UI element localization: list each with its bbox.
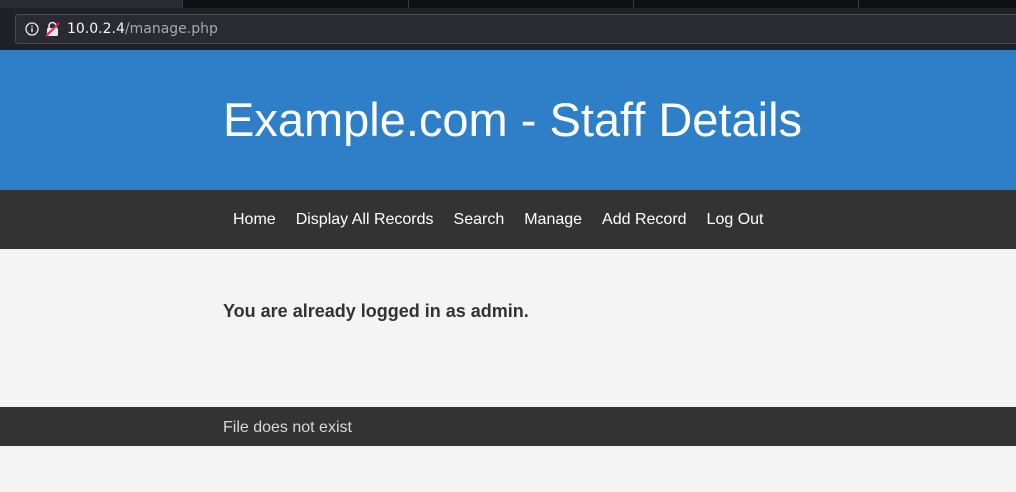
nav-list: Home Display All Records Search Manage A…: [223, 210, 773, 229]
insecure-lock-icon[interactable]: [45, 21, 60, 37]
browser-tab[interactable]: [409, 0, 634, 8]
nav-item-add-record: Add Record: [592, 210, 697, 229]
nav-link-display-all-records[interactable]: Display All Records: [286, 210, 444, 229]
nav-item-display-all-records: Display All Records: [286, 210, 444, 229]
browser-tab-active[interactable]: [0, 0, 183, 8]
url-text[interactable]: 10.0.2.4/manage.php: [67, 21, 218, 37]
browser-tab-strip: [0, 0, 1016, 8]
nav-link-manage[interactable]: Manage: [514, 210, 592, 229]
page-background: [0, 446, 1016, 492]
url-path: /manage.php: [124, 21, 218, 37]
site-header: Example.com - Staff Details: [0, 50, 1016, 190]
nav-link-log-out[interactable]: Log Out: [697, 210, 774, 229]
nav-link-home[interactable]: Home: [223, 210, 286, 229]
info-icon[interactable]: [25, 22, 39, 36]
page-title: Example.com - Staff Details: [223, 93, 803, 146]
nav-item-home: Home: [223, 210, 286, 229]
address-bar[interactable]: 10.0.2.4/manage.php: [15, 14, 1016, 44]
main-nav: Home Display All Records Search Manage A…: [0, 190, 1016, 249]
browser-tab[interactable]: [859, 0, 1016, 8]
browser-toolbar: 10.0.2.4/manage.php: [0, 8, 1016, 50]
footer-text: File does not exist: [223, 419, 352, 436]
nav-item-manage: Manage: [514, 210, 592, 229]
browser-tab[interactable]: [634, 0, 859, 8]
browser-tab[interactable]: [183, 0, 409, 8]
url-host: 10.0.2.4: [67, 21, 125, 37]
site-footer: File does not exist: [0, 407, 1016, 446]
main-content: You are already logged in as admin.: [0, 249, 1016, 407]
nav-item-search: Search: [444, 210, 515, 229]
nav-link-add-record[interactable]: Add Record: [592, 210, 697, 229]
nav-item-log-out: Log Out: [697, 210, 774, 229]
nav-link-search[interactable]: Search: [444, 210, 515, 229]
login-status-message: You are already logged in as admin.: [223, 301, 529, 321]
